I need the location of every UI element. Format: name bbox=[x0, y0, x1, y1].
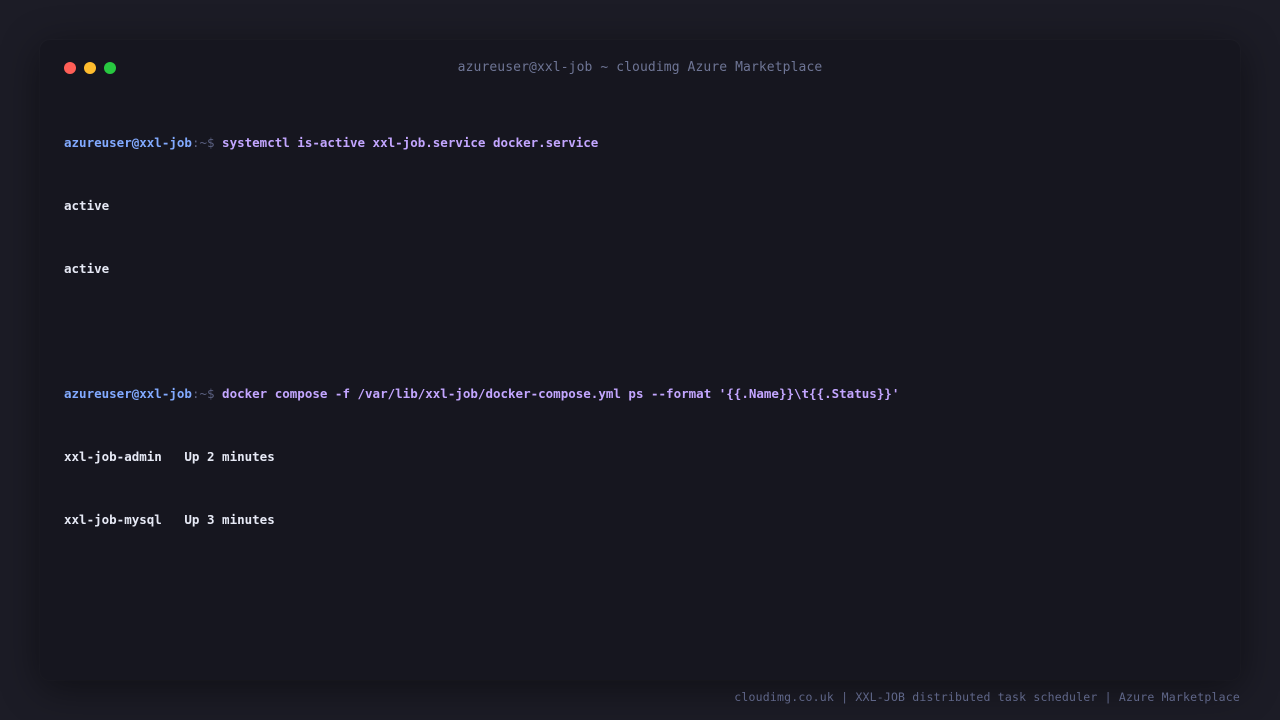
terminal-window: azureuser@xxl-job ~ cloudimg Azure Marke… bbox=[40, 40, 1240, 680]
prompt-line: azureuser@xxl-job:~$ systemctl is-active… bbox=[64, 132, 1216, 153]
prompt-user: azureuser@xxl-job bbox=[64, 386, 192, 401]
output-line: xxl-job-mysql Up 3 minutes bbox=[64, 512, 275, 527]
terminal-output[interactable]: azureuser@xxl-job:~$ systemctl is-active… bbox=[64, 90, 1216, 572]
prompt-line: azureuser@xxl-job:~$ docker compose -f /… bbox=[64, 383, 1216, 404]
command-text: systemctl is-active xxl-job.service dock… bbox=[222, 135, 599, 150]
prompt-separator: :~$ bbox=[191, 386, 215, 401]
title-bar: azureuser@xxl-job ~ cloudimg Azure Marke… bbox=[40, 40, 1240, 96]
window-title: azureuser@xxl-job ~ cloudimg Azure Marke… bbox=[457, 60, 823, 75]
command-text: docker compose -f /var/lib/xxl-job/docke… bbox=[222, 386, 900, 401]
footer-caption: cloudimg.co.uk | XXL-JOB distributed tas… bbox=[734, 690, 1240, 704]
output-line: active bbox=[64, 261, 110, 276]
output-line: active bbox=[64, 198, 110, 213]
output-line: xxl-job-admin Up 2 minutes bbox=[64, 449, 275, 464]
prompt-separator: :~$ bbox=[191, 135, 215, 150]
prompt-user: azureuser@xxl-job bbox=[64, 135, 192, 150]
